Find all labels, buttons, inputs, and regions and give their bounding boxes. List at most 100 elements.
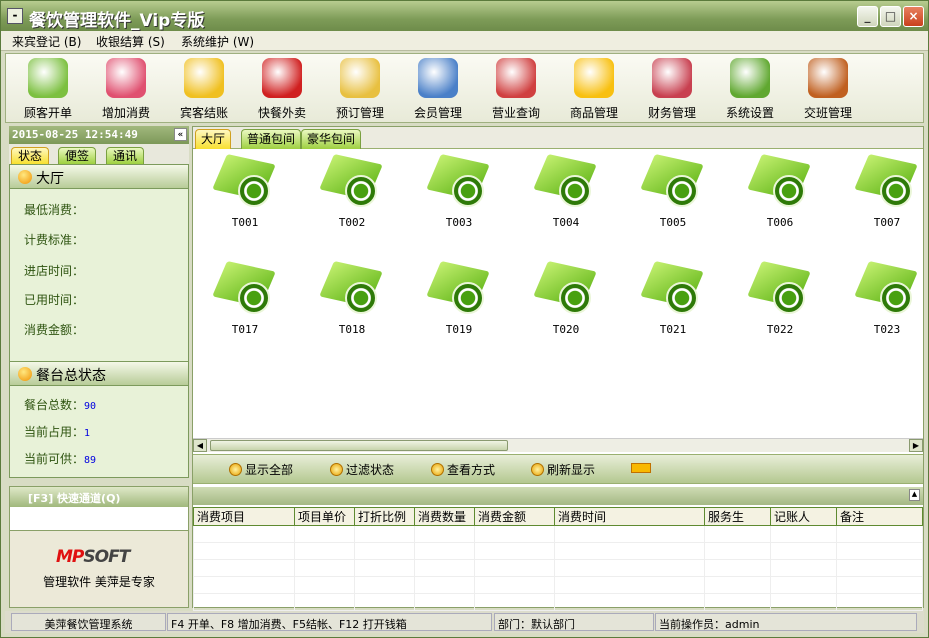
dining-table[interactable]: T020	[526, 260, 606, 336]
menu-system[interactable]: 系统维护 (W)	[181, 33, 254, 50]
add-plus-icon	[106, 58, 146, 98]
menu-cashier[interactable]: 收银结算 (S)	[96, 33, 165, 50]
toolbar-button-1[interactable]: 增加消费	[88, 54, 164, 122]
filter-button[interactable]: 过滤状态	[330, 461, 394, 478]
dining-table[interactable]: T022	[740, 260, 820, 336]
title-bar: - 餐饮管理软件_Vip专版 _ □ ×	[1, 1, 928, 31]
dining-table[interactable]: T007	[847, 153, 927, 229]
toolbar-button-3[interactable]: 快餐外卖	[244, 54, 320, 122]
dining-table[interactable]: T004	[526, 153, 606, 229]
dining-table[interactable]: T005	[633, 153, 713, 229]
table-available-icon	[533, 260, 597, 316]
column-header[interactable]: 消费数量	[414, 507, 475, 526]
column-header[interactable]: 消费项目	[193, 507, 295, 526]
dining-table[interactable]: T017	[205, 260, 285, 336]
toolbar-button-7[interactable]: 商品管理	[556, 54, 632, 122]
column-header[interactable]: 项目单价	[294, 507, 355, 526]
status-operator: 当前操作员：admin	[655, 613, 917, 631]
orb-icon	[18, 170, 32, 184]
quick-access: [F3] 快速通道(Q) MPSOFT 管理软件 美萍是专家	[9, 486, 189, 608]
menu-guest-register[interactable]: 来宾登记 (B)	[12, 33, 81, 50]
table-cell	[294, 559, 355, 577]
table-row	[193, 525, 923, 543]
dining-table[interactable]: T018	[312, 260, 392, 336]
column-header[interactable]: 服务生	[704, 507, 771, 526]
dining-table[interactable]: T006	[740, 153, 820, 229]
quick-input[interactable]	[10, 507, 188, 531]
column-header[interactable]: 消费金额	[474, 507, 555, 526]
datetime: 2015-08-25 12:54:49	[12, 128, 138, 141]
tab-deluxe-room[interactable]: 豪华包间	[301, 129, 362, 149]
toolbar-button-8[interactable]: 财务管理	[634, 54, 710, 122]
collapse-button[interactable]: «	[174, 128, 187, 141]
table-available-icon	[426, 260, 490, 316]
toolbar-button-5[interactable]: 会员管理	[400, 54, 476, 122]
scroll-thumb[interactable]	[210, 440, 508, 451]
hall-panel: 大厅 最低消费： 计费标准： 进店时间： 已用时间： 消费金额：	[9, 164, 189, 362]
table-cell	[770, 576, 837, 594]
tab-notes[interactable]: 便签	[58, 147, 96, 164]
toolbar-button-9[interactable]: 系统设置	[712, 54, 788, 122]
datetime-bar: 2015-08-25 12:54:49 «	[9, 126, 189, 144]
column-header[interactable]: 消费时间	[554, 507, 705, 526]
toolbar-button-0[interactable]: 顾客开单	[10, 54, 86, 122]
table-cell	[474, 559, 555, 577]
minimize-button[interactable]: _	[857, 6, 878, 27]
notebook-icon	[496, 58, 536, 98]
dining-table[interactable]: T003	[419, 153, 499, 229]
table-cell	[193, 559, 295, 577]
occupied-tables: 当前占用：1	[24, 425, 91, 439]
collapse-up-button[interactable]: ▲	[909, 489, 920, 501]
table-cell	[554, 559, 705, 577]
close-button[interactable]: ×	[903, 6, 924, 27]
horizontal-scrollbar[interactable]: ◀ ▶	[193, 438, 923, 452]
hall-header: 大厅	[10, 165, 188, 189]
column-header[interactable]: 记账人	[770, 507, 837, 526]
tab-hall[interactable]: 大厅	[195, 129, 232, 149]
toolbar-button-6[interactable]: 营业查询	[478, 54, 554, 122]
tab-standard-room[interactable]: 普通包间	[241, 129, 302, 149]
room-tabs: 大厅 普通包间 豪华包间	[193, 127, 923, 149]
dollar-arrow-icon	[184, 58, 224, 98]
exit-door-icon	[808, 58, 848, 98]
dining-table[interactable]: T001	[205, 153, 285, 229]
table-available-icon	[747, 153, 811, 209]
dining-table[interactable]: T021	[633, 260, 713, 336]
maximize-button[interactable]: □	[880, 6, 901, 27]
column-header[interactable]: 打折比例	[354, 507, 415, 526]
table-cell	[414, 559, 475, 577]
quick-title: [F3] 快速通道(Q)	[10, 487, 188, 507]
table-cell	[354, 576, 415, 594]
toolbar-button-4[interactable]: 预订管理	[322, 54, 398, 122]
left-panel: 2015-08-25 12:54:49 « 状态 便签 通讯 大厅 最低消费： 计…	[9, 126, 189, 608]
view-mode-button[interactable]: 查看方式	[431, 461, 495, 478]
table-available-icon	[212, 153, 276, 209]
table-cell	[554, 593, 705, 611]
refresh-icon	[531, 463, 544, 476]
table-cell	[354, 542, 415, 560]
show-all-button[interactable]: 显示全部	[229, 461, 293, 478]
table-cell	[414, 542, 475, 560]
table-available-icon	[854, 153, 918, 209]
system-menu-icon[interactable]: -	[7, 8, 23, 24]
folder-icon[interactable]	[631, 463, 651, 473]
clock-icon	[340, 58, 380, 98]
table-cell	[770, 559, 837, 577]
dining-table[interactable]: T023	[847, 260, 927, 336]
table-row	[193, 559, 923, 577]
scroll-right-button[interactable]: ▶	[909, 439, 923, 452]
refresh-button[interactable]: 刷新显示	[531, 461, 595, 478]
scroll-left-button[interactable]: ◀	[193, 439, 207, 452]
dining-table[interactable]: T002	[312, 153, 392, 229]
table-cell	[193, 542, 295, 560]
column-header[interactable]: 备注	[836, 507, 923, 526]
dining-table[interactable]: T019	[419, 260, 499, 336]
table-row	[193, 593, 923, 611]
toolbar-button-10[interactable]: 交班管理	[790, 54, 866, 122]
tab-status[interactable]: 状态	[11, 147, 49, 164]
tab-comm[interactable]: 通讯	[106, 147, 144, 164]
table-cell	[770, 525, 837, 543]
main-area: 大厅 普通包间 豪华包间 T001 T002 T003 T004 T005 T006 T00…	[192, 126, 927, 611]
toolbar-button-2[interactable]: 宾客结账	[166, 54, 242, 122]
table-cell	[554, 525, 705, 543]
